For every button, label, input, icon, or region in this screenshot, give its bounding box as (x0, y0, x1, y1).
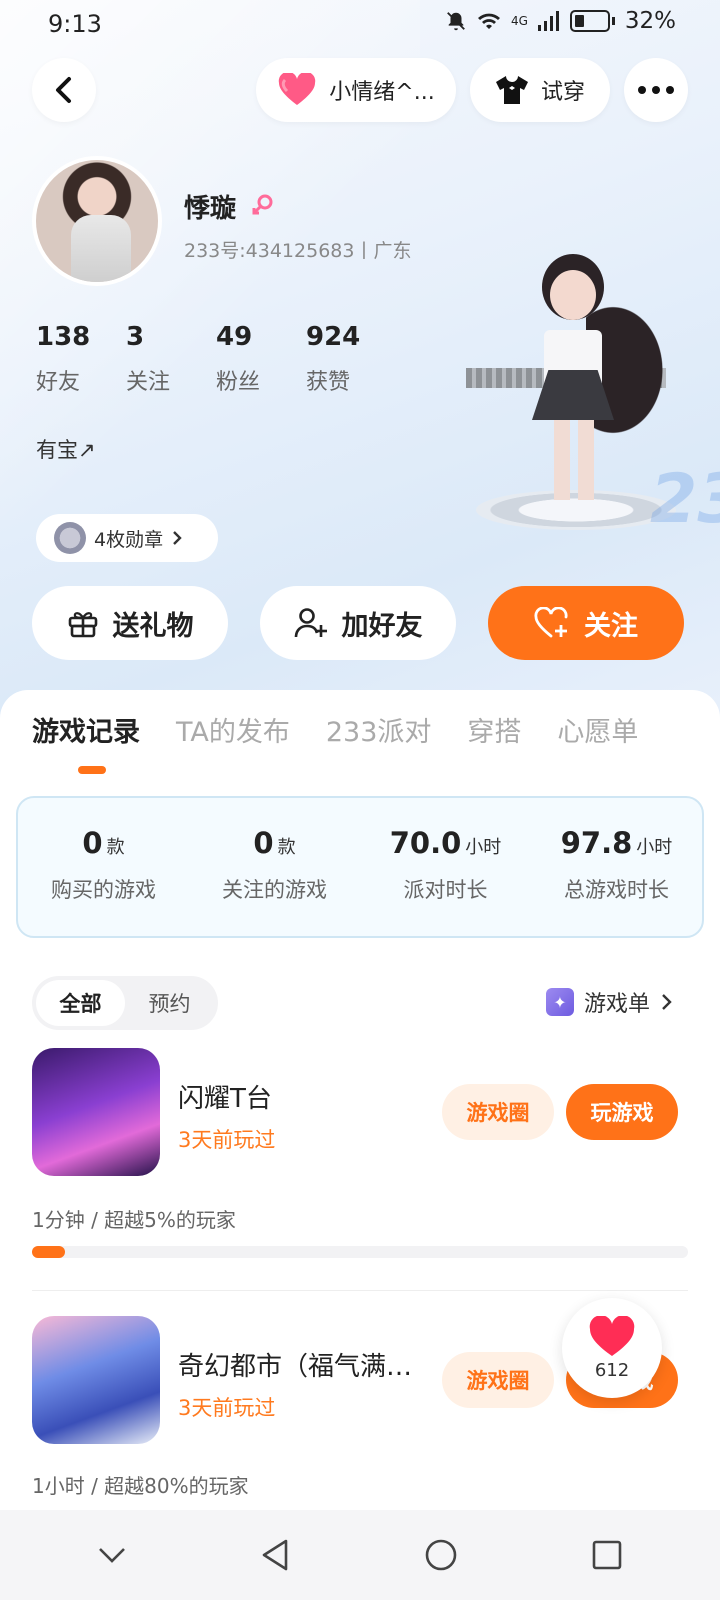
follow-button[interactable]: 关注 (488, 586, 684, 660)
medal-icon (54, 522, 86, 554)
tab-bar: 游戏记录 TA的发布 233派对 穿搭 心愿单 (32, 710, 638, 749)
active-tab-indicator (78, 766, 106, 774)
heart-icon (589, 1315, 635, 1356)
brand-watermark: 233 (650, 460, 720, 539)
game-icon (32, 1316, 160, 1444)
tab-wishlist[interactable]: 心愿单 (557, 710, 638, 749)
profile-uid-location: 233号:434125683丨广东 (184, 240, 412, 262)
game-summary-card: 0款 购买的游戏 0款 关注的游戏 70.0 小时 派对时长 97.8 小时 总游戏… (16, 796, 704, 938)
stat-following[interactable]: 3 关注 (126, 322, 216, 396)
profile-bio: 有宝↗ (36, 438, 96, 462)
game-progress-fill (32, 1246, 65, 1258)
filter-reserve[interactable]: 预约 (125, 980, 214, 1026)
badges-button[interactable]: 4枚勋章 (36, 514, 218, 562)
system-nav-bar (0, 1510, 720, 1600)
summary-total-time: 97.8 小时 总游戏时长 (560, 826, 673, 902)
battery-icon (569, 10, 610, 32)
mood-label: 小情绪^... (329, 80, 435, 105)
filter-all[interactable]: 全部 (36, 980, 125, 1026)
recents-square-icon[interactable] (591, 1539, 623, 1571)
like-count: 612 (594, 1359, 630, 1381)
game-filter-toggle: 全部 预约 (32, 976, 218, 1030)
home-circle-icon[interactable] (424, 1538, 458, 1572)
more-button[interactable] (624, 58, 688, 122)
status-time: 9:13 (48, 10, 102, 38)
heart-icon (279, 73, 316, 105)
try-on-button[interactable]: 试穿 (470, 58, 610, 122)
game-row[interactable]: 闪耀T台 3天前玩过 游戏圈 玩游戏 (32, 1048, 688, 1178)
wifi-icon (477, 13, 500, 29)
avatar[interactable] (32, 156, 162, 286)
female-gender-icon (252, 194, 273, 215)
signal-icon (537, 11, 559, 31)
add-friend-button[interactable]: 加好友 (260, 586, 456, 660)
game-icon (32, 1048, 160, 1176)
summary-party-time: 70.0 小时 派对时长 (389, 826, 502, 902)
profile-name: 悸璇 (184, 194, 237, 224)
stat-fans[interactable]: 49 粉丝 (216, 322, 306, 396)
summary-followed: 0款 关注的游戏 (222, 826, 327, 902)
game-last-played: 3天前玩过 (178, 1128, 276, 1152)
content-panel: 游戏记录 TA的发布 233派对 穿搭 心愿单 0款 购买的游戏 0款 关注的游… (0, 690, 720, 1600)
game-circle-button[interactable]: 游戏圈 (442, 1352, 554, 1408)
tshirt-icon (495, 76, 528, 104)
summary-purchased: 0款 购买的游戏 (51, 826, 156, 902)
back-triangle-icon[interactable] (260, 1538, 290, 1572)
try-on-label: 试穿 (540, 80, 585, 105)
network-type: 4G (510, 14, 528, 28)
mute-bell-icon (447, 12, 465, 31)
chevron-right-icon (662, 994, 672, 1010)
divider (32, 1290, 688, 1291)
play-game-button[interactable]: 玩游戏 (566, 1084, 678, 1140)
back-button[interactable] (32, 58, 96, 122)
chevron-right-icon (173, 531, 182, 545)
mood-button[interactable]: 小情绪^... (256, 58, 456, 122)
more-dots-icon (638, 86, 674, 94)
add-user-icon (294, 608, 327, 638)
game-name: 奇幻都市（福气满满） (178, 1352, 428, 1382)
game-last-played: 3天前玩过 (178, 1396, 276, 1420)
tab-game-records[interactable]: 游戏记录 (32, 710, 140, 749)
chevron-down-icon[interactable] (97, 1545, 127, 1565)
profile-stats: 138 好友 3 关注 49 粉丝 924 获赞 (36, 322, 396, 396)
stat-likes[interactable]: 924 获赞 (306, 322, 396, 396)
status-bar: 9:13 4G 32% (0, 0, 720, 48)
tab-posts[interactable]: TA的发布 (176, 710, 290, 749)
game-progress-bar (32, 1246, 688, 1258)
status-icons: 4G 32% (445, 8, 676, 34)
sparkle-icon: ✦ (545, 988, 574, 1016)
tab-outfits[interactable]: 穿搭 (467, 710, 521, 749)
game-play-stats: 1分钟 / 超越5%的玩家 (32, 1208, 236, 1232)
game-play-stats: 1小时 / 超越80%的玩家 (32, 1474, 249, 1498)
send-gift-button[interactable]: 送礼物 (32, 586, 228, 660)
game-circle-button[interactable]: 游戏圈 (442, 1084, 554, 1140)
battery-percent: 32% (624, 8, 676, 34)
like-float-button[interactable]: 612 (562, 1298, 662, 1398)
gamelist-link[interactable]: ✦ 游戏单 (545, 986, 672, 1018)
chevron-left-icon (56, 77, 71, 103)
game-name: 闪耀T台 (178, 1084, 272, 1114)
stat-friends[interactable]: 138 好友 (36, 322, 126, 396)
tab-party[interactable]: 233派对 (326, 710, 432, 749)
badges-label: 4枚勋章 (94, 528, 164, 551)
gift-icon (68, 612, 97, 638)
heart-plus-icon (534, 607, 568, 638)
